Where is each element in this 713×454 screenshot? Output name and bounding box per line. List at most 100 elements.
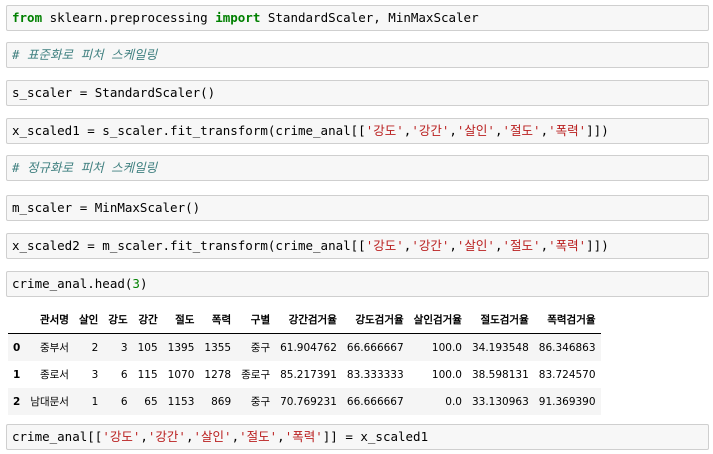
string-literal: '절도' — [502, 238, 541, 253]
table-cell: 6 — [120, 368, 128, 381]
table-cell: 91.369390 — [538, 395, 596, 408]
table-cell: 3 — [120, 341, 128, 354]
code-text: ]]) — [586, 123, 609, 138]
table-cell: 100.0 — [431, 368, 462, 381]
table-cell: 중구 — [250, 342, 271, 354]
column-header: 관서명 — [25, 306, 74, 334]
table-cell: 중구 — [250, 396, 271, 408]
comma: , — [277, 429, 285, 444]
table-cell: 83.724570 — [538, 368, 596, 381]
string-literal: '강도' — [365, 123, 404, 138]
string-literal: '강간' — [411, 123, 450, 138]
string-literal: '절도' — [239, 429, 278, 444]
comma: , — [231, 429, 240, 444]
table-cell: 115 — [137, 368, 158, 381]
table-cell: 61.904762 — [280, 341, 337, 354]
code-cell-head[interactable]: crime_anal.head(3) — [6, 271, 709, 297]
code-text: crime_anal[[ — [12, 429, 103, 444]
comma: , — [494, 123, 503, 138]
table-cell: 100.0 — [431, 341, 462, 354]
code-cell-assign-scaled[interactable]: crime_anal[['강도','강간','살인','절도','폭력']] =… — [6, 424, 709, 450]
row-index: 2 — [13, 395, 21, 408]
code-text: ) — [139, 276, 148, 291]
table-cell: 33.130963 — [471, 395, 529, 408]
table-cell: 66.666667 — [346, 341, 404, 354]
table-header-row: 관서명 살인 강도 강간 절도 폭력 구별 강간검거율 강도검거율 살인검거율 … — [8, 306, 601, 334]
code-cell-comment-normalize[interactable]: # 정규화로 피처 스케일링 — [6, 155, 709, 181]
table-cell: 869 — [211, 395, 232, 408]
table-cell: 1355 — [204, 341, 232, 354]
column-header: 강간검거율 — [275, 306, 342, 334]
string-literal: '강간' — [411, 238, 450, 253]
code-cell-m-scaler[interactable]: m_scaler = MinMaxScaler() — [6, 195, 709, 221]
table-row: 2 남대문서 1 6 65 1153 869 중구 70.769231 66.6… — [8, 388, 601, 415]
code-text: x_scaled2 = m_scaler.fit_transform(crime… — [12, 238, 366, 253]
table-row: 0 중부서 2 3 105 1395 1355 중구 61.904762 66.… — [8, 333, 601, 361]
table-cell: 1153 — [167, 395, 195, 408]
table-cell: 1278 — [204, 368, 232, 381]
table-cell: 83.333333 — [346, 368, 404, 381]
table-cell: 0.0 — [445, 395, 462, 408]
string-literal: '강도' — [102, 429, 141, 444]
comma: , — [449, 238, 457, 253]
table-cell: 중부서 — [39, 342, 69, 354]
row-index: 0 — [13, 341, 21, 354]
code-text: ]]) — [586, 238, 609, 253]
code-cell-comment-standardize[interactable]: # 표준화로 피처 스케일링 — [6, 42, 709, 68]
code-cell-s-scaler[interactable]: s_scaler = StandardScaler() — [6, 80, 709, 106]
string-literal: '살인' — [456, 238, 495, 253]
code-text: crime_anal.head( — [12, 276, 133, 291]
table-cell: 34.193548 — [471, 341, 529, 354]
table-cell: 1395 — [167, 341, 195, 354]
code-cell-x-scaled1[interactable]: x_scaled1 = s_scaler.fit_transform(crime… — [6, 118, 709, 144]
comma: , — [140, 429, 148, 444]
code-cell-import[interactable]: from sklearn.preprocessing import Standa… — [6, 5, 709, 31]
column-header: 살인 — [73, 306, 104, 334]
column-header: 폭력 — [199, 306, 237, 334]
table-cell: 3 — [91, 368, 99, 381]
table-cell: 1 — [91, 395, 99, 408]
string-literal: '강도' — [365, 238, 404, 253]
table-cell: 85.217391 — [280, 368, 337, 381]
table-cell: 38.598131 — [471, 368, 529, 381]
code-line: s_scaler = StandardScaler() — [12, 85, 216, 100]
column-header: 절도 — [162, 306, 200, 334]
table-cell: 종로구 — [241, 369, 271, 381]
string-literal: '절도' — [502, 123, 541, 138]
code-text: x_scaled1 = s_scaler.fit_transform(crime… — [12, 123, 366, 138]
table-cell: 105 — [137, 341, 158, 354]
string-literal: '폭력' — [548, 238, 587, 253]
string-literal: '살인' — [456, 123, 495, 138]
table-cell: 65 — [144, 395, 158, 408]
comma: , — [540, 123, 549, 138]
dataframe-output: 관서명 살인 강도 강간 절도 폭력 구별 강간검거율 강도검거율 살인검거율 … — [8, 306, 601, 415]
code-text: ]] = x_scaled1 — [322, 429, 429, 444]
module-name: sklearn.preprocessing — [42, 10, 216, 25]
table-cell: 66.666667 — [346, 395, 404, 408]
string-literal: '강간' — [147, 429, 186, 444]
column-header: 구별 — [236, 306, 276, 334]
table-cell: 86.346863 — [538, 341, 596, 354]
comma: , — [185, 429, 194, 444]
table-row: 1 종로서 3 6 115 1070 1278 종로구 85.217391 83… — [8, 361, 601, 388]
comma: , — [449, 123, 457, 138]
string-literal: '살인' — [193, 429, 232, 444]
comma: , — [540, 238, 549, 253]
string-literal: '폭력' — [548, 123, 587, 138]
table-cell: 남대문서 — [30, 396, 69, 408]
code-cell-x-scaled2[interactable]: x_scaled2 = m_scaler.fit_transform(crime… — [6, 233, 709, 259]
table-cell: 종로서 — [39, 369, 69, 381]
code-comment: # 표준화로 피처 스케일링 — [12, 47, 158, 62]
column-header: 강간 — [132, 306, 163, 334]
string-literal: '폭력' — [284, 429, 323, 444]
number-literal: 3 — [132, 276, 140, 291]
table-cell: 70.769231 — [280, 395, 337, 408]
column-header: 강도검거율 — [341, 306, 409, 334]
keyword-import: import — [215, 10, 261, 25]
table-cell: 6 — [120, 395, 128, 408]
column-header: 절도검거율 — [466, 306, 534, 334]
keyword-from: from — [12, 10, 43, 25]
code-line: m_scaler = MinMaxScaler() — [12, 200, 201, 215]
column-header: 살인검거율 — [408, 306, 467, 334]
imported-names: StandardScaler, MinMaxScaler — [260, 10, 479, 25]
